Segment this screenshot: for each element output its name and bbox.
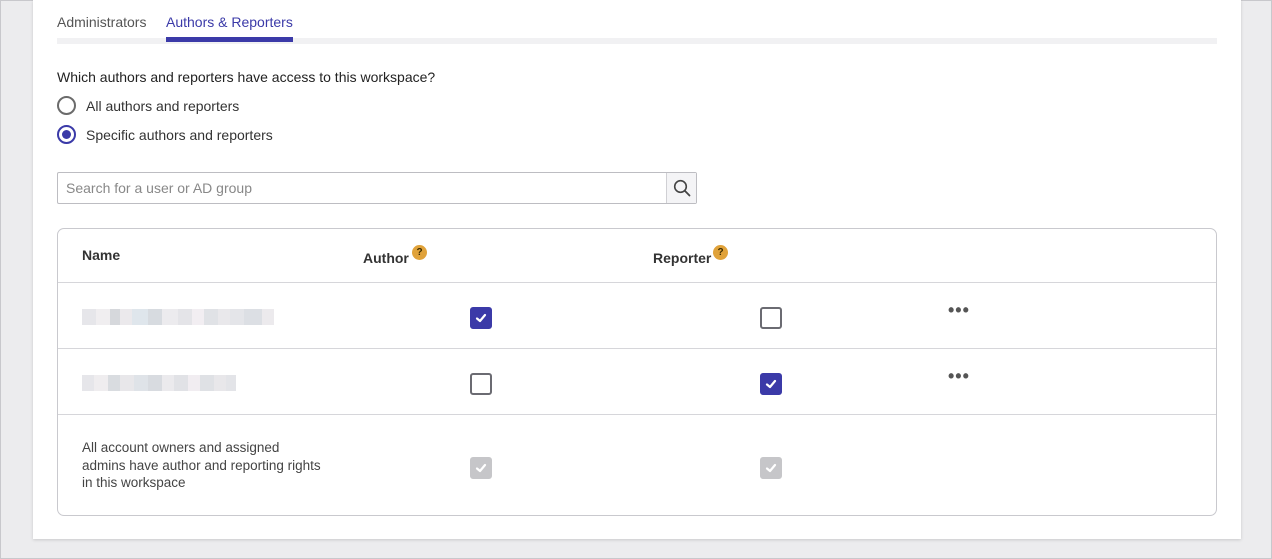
reporter-checkbox-disabled bbox=[760, 457, 782, 479]
table-header: Name Author ? Reporter ? bbox=[58, 229, 1216, 283]
tab-authors-reporters[interactable]: Authors & Reporters bbox=[166, 14, 293, 42]
check-icon bbox=[765, 463, 777, 473]
row-more-menu-icon[interactable]: ••• bbox=[948, 367, 976, 387]
owners-admins-note: All account owners and assigned admins h… bbox=[82, 440, 321, 490]
check-icon bbox=[475, 463, 487, 473]
radio-label-specific: Specific authors and reporters bbox=[86, 126, 273, 143]
reporter-help-icon[interactable]: ? bbox=[713, 245, 728, 260]
reporter-checkbox[interactable] bbox=[760, 307, 782, 329]
radio-specific-authors-reporters[interactable]: Specific authors and reporters bbox=[57, 125, 273, 144]
table-footer-row: All account owners and assigned admins h… bbox=[58, 415, 1216, 515]
check-icon bbox=[475, 313, 487, 323]
permissions-table: Name Author ? Reporter ? ••• ••• All acc… bbox=[57, 228, 1217, 516]
column-header-name: Name bbox=[82, 247, 121, 263]
user-search-box bbox=[57, 172, 697, 204]
author-help-icon[interactable]: ? bbox=[412, 245, 427, 260]
radio-all-authors-reporters[interactable]: All authors and reporters bbox=[57, 96, 239, 115]
radio-label-all: All authors and reporters bbox=[86, 97, 240, 114]
radio-button-unselected[interactable] bbox=[57, 96, 76, 115]
author-checkbox-disabled bbox=[470, 457, 492, 479]
author-checkbox[interactable] bbox=[470, 307, 492, 329]
redacted-user-name bbox=[82, 309, 274, 325]
search-button[interactable] bbox=[666, 173, 696, 203]
tab-bar: Administrators Authors & Reporters bbox=[57, 0, 1217, 44]
workspace-access-panel: Administrators Authors & Reporters Which… bbox=[33, 0, 1241, 539]
column-header-author: Author bbox=[363, 250, 409, 266]
column-header-reporter: Reporter bbox=[653, 250, 712, 266]
search-input[interactable] bbox=[58, 173, 666, 203]
radio-button-selected[interactable] bbox=[57, 125, 76, 144]
access-question: Which authors and reporters have access … bbox=[57, 69, 436, 85]
table-row: ••• bbox=[58, 283, 1216, 349]
reporter-checkbox[interactable] bbox=[760, 373, 782, 395]
tab-administrators[interactable]: Administrators bbox=[57, 14, 146, 39]
author-checkbox[interactable] bbox=[470, 373, 492, 395]
redacted-user-name bbox=[82, 375, 236, 391]
check-icon bbox=[765, 379, 777, 389]
row-more-menu-icon[interactable]: ••• bbox=[948, 301, 976, 321]
table-row: ••• bbox=[58, 349, 1216, 415]
search-icon bbox=[673, 179, 690, 197]
